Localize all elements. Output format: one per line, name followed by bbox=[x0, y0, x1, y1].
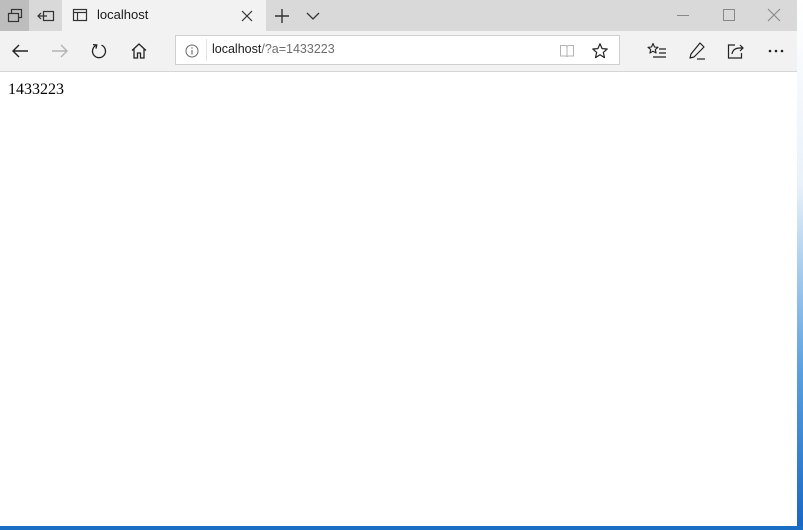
minimize-button[interactable] bbox=[670, 4, 696, 26]
address-divider bbox=[206, 39, 207, 61]
close-icon bbox=[241, 10, 253, 22]
refresh-button[interactable] bbox=[87, 39, 111, 63]
close-tab-button[interactable] bbox=[239, 8, 255, 24]
tab-bar: localhost bbox=[0, 0, 797, 31]
back-arrow-icon bbox=[12, 44, 28, 58]
book-icon bbox=[560, 45, 574, 58]
set-tabs-aside-button[interactable] bbox=[31, 0, 60, 31]
url-path: /?a=1433223 bbox=[261, 42, 335, 56]
url-text[interactable]: localhost/?a=1433223 bbox=[212, 42, 335, 56]
forward-arrow-icon bbox=[52, 44, 68, 58]
page-text: 1433223 bbox=[8, 81, 64, 98]
close-window-button[interactable] bbox=[761, 4, 787, 26]
add-favorite-button[interactable] bbox=[591, 42, 609, 60]
tab-title: localhost bbox=[97, 7, 149, 22]
info-icon[interactable] bbox=[185, 44, 199, 58]
pen-icon bbox=[689, 42, 705, 60]
favorites-hub-button[interactable] bbox=[645, 39, 669, 63]
home-icon bbox=[131, 43, 147, 59]
tab-options-button[interactable] bbox=[302, 5, 324, 27]
maximize-icon bbox=[723, 9, 735, 21]
tab-localhost[interactable]: localhost bbox=[62, 0, 266, 31]
forward-button[interactable] bbox=[48, 39, 72, 63]
address-bar[interactable]: localhost/?a=1433223 bbox=[175, 35, 620, 65]
maximize-button[interactable] bbox=[716, 4, 742, 26]
plus-icon bbox=[275, 9, 289, 23]
share-icon bbox=[727, 44, 744, 59]
refresh-icon bbox=[91, 43, 107, 59]
page-icon bbox=[72, 7, 88, 28]
set-tabs-aside-icon bbox=[36, 8, 55, 24]
star-icon bbox=[592, 43, 608, 59]
close-icon bbox=[767, 8, 781, 22]
web-note-button[interactable] bbox=[685, 39, 709, 63]
url-host: localhost bbox=[212, 42, 262, 56]
share-button[interactable] bbox=[724, 39, 748, 63]
browser-window: localhost localhost/?a=1433223 1433223 bbox=[0, 0, 797, 526]
favorites-list-icon bbox=[647, 42, 666, 58]
new-tab-button[interactable] bbox=[271, 5, 293, 27]
page-content: 1433223 bbox=[0, 72, 797, 526]
navigation-toolbar: localhost/?a=1433223 bbox=[0, 31, 797, 72]
tab-preview-icon bbox=[7, 8, 23, 24]
tab-preview-button[interactable] bbox=[0, 0, 29, 31]
desktop-background-bottom bbox=[0, 526, 803, 530]
more-icon bbox=[768, 49, 784, 53]
desktop-background bbox=[797, 0, 803, 530]
home-button[interactable] bbox=[127, 39, 151, 63]
chevron-down-icon bbox=[306, 12, 320, 20]
more-button[interactable] bbox=[764, 39, 788, 63]
back-button[interactable] bbox=[8, 39, 32, 63]
minimize-icon bbox=[677, 15, 689, 16]
reading-view-button[interactable] bbox=[559, 43, 575, 59]
